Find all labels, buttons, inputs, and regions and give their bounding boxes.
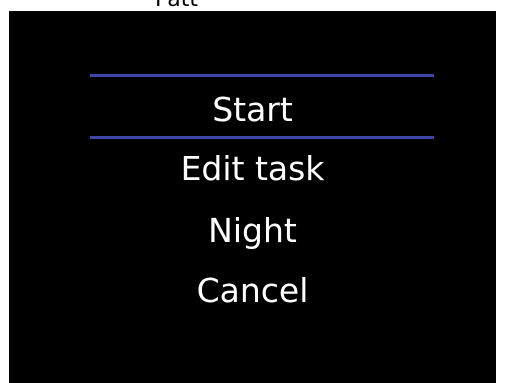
selection-top-line [90,74,434,77]
options-menu: Start Edit task Night Cancel [9,11,496,383]
menu-item-night[interactable]: Night [9,211,496,251]
device-screen: Start Edit task Night Cancel [9,11,496,383]
menu-item-cancel[interactable]: Cancel [9,271,496,311]
selection-bottom-line [90,136,434,139]
menu-item-edit-task[interactable]: Edit task [9,149,496,189]
menu-item-start[interactable]: Start [9,90,496,130]
